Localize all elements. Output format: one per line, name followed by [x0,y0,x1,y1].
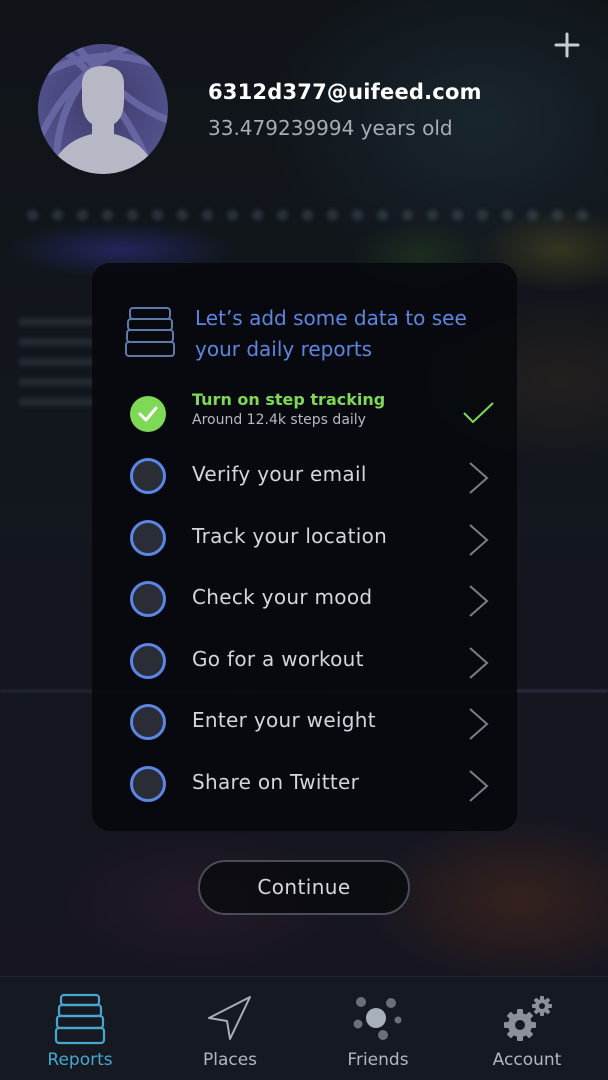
add-button[interactable] [548,26,586,64]
user-age: 33.479239994 years old [208,116,453,140]
card-title: Let’s add some data to see your daily re… [195,306,467,361]
tab-places[interactable]: Places [154,977,306,1080]
chevron-right-icon [469,708,489,740]
task-label: Enter your weight [192,708,376,732]
task-step-tracking[interactable]: Turn on step tracking Around 12.4k steps… [92,386,517,442]
incomplete-circle [130,458,166,494]
plus-icon [554,32,580,58]
incomplete-circle [130,520,166,556]
chevron-right-icon [469,462,489,494]
task-check-mood[interactable]: Check your mood [92,571,517,627]
tab-friends[interactable]: Friends [302,977,454,1080]
gears-icon [504,996,552,1041]
task-track-location[interactable]: Track your location [92,510,517,566]
task-workout[interactable]: Go for a workout [92,633,517,689]
chevron-right-icon [469,770,489,802]
chevron-right-icon [469,524,489,556]
chevron-right-icon [469,585,489,617]
incomplete-circle [130,766,166,802]
stacked-reports-icon [125,307,175,357]
user-email: 6312d377@uifeed.com [208,80,482,104]
completed-check-circle [130,396,166,432]
tab-bar: Reports Places Friends Account [0,976,608,1080]
tab-reports[interactable]: Reports [4,977,156,1080]
incomplete-circle [130,704,166,740]
friends-bubbles-icon [353,997,402,1040]
tab-label: Account [492,1050,562,1070]
tab-account[interactable]: Account [451,977,603,1080]
tab-label: Places [202,1050,258,1070]
tab-label: Reports [47,1050,113,1070]
blurred-timeline-dots [20,205,600,225]
checkmark-icon [138,406,158,422]
task-sublabel: Around 12.4k steps daily [192,412,366,428]
task-share-twitter[interactable]: Share on Twitter [92,756,517,812]
task-label: Track your location [192,524,388,548]
user-silhouette-icon [38,44,168,174]
incomplete-circle [130,643,166,679]
task-label: Share on Twitter [192,770,360,794]
stacked-reports-icon [54,993,106,1045]
onboarding-card: Let’s add some data to see your daily re… [92,263,517,831]
continue-button[interactable]: Continue [198,860,410,915]
incomplete-circle [130,581,166,617]
avatar[interactable] [38,44,168,174]
task-label: Check your mood [192,585,373,609]
task-label: Verify your email [192,462,367,486]
checkmark-icon [463,402,494,424]
navigation-arrow-icon [208,996,251,1040]
chevron-right-icon [469,647,489,679]
blurred-stat-rows [18,318,98,418]
task-label: Go for a workout [192,647,364,671]
task-enter-weight[interactable]: Enter your weight [92,694,517,750]
tab-label: Friends [347,1050,409,1070]
task-label: Turn on step tracking [192,390,386,409]
task-verify-email[interactable]: Verify your email [92,448,517,504]
